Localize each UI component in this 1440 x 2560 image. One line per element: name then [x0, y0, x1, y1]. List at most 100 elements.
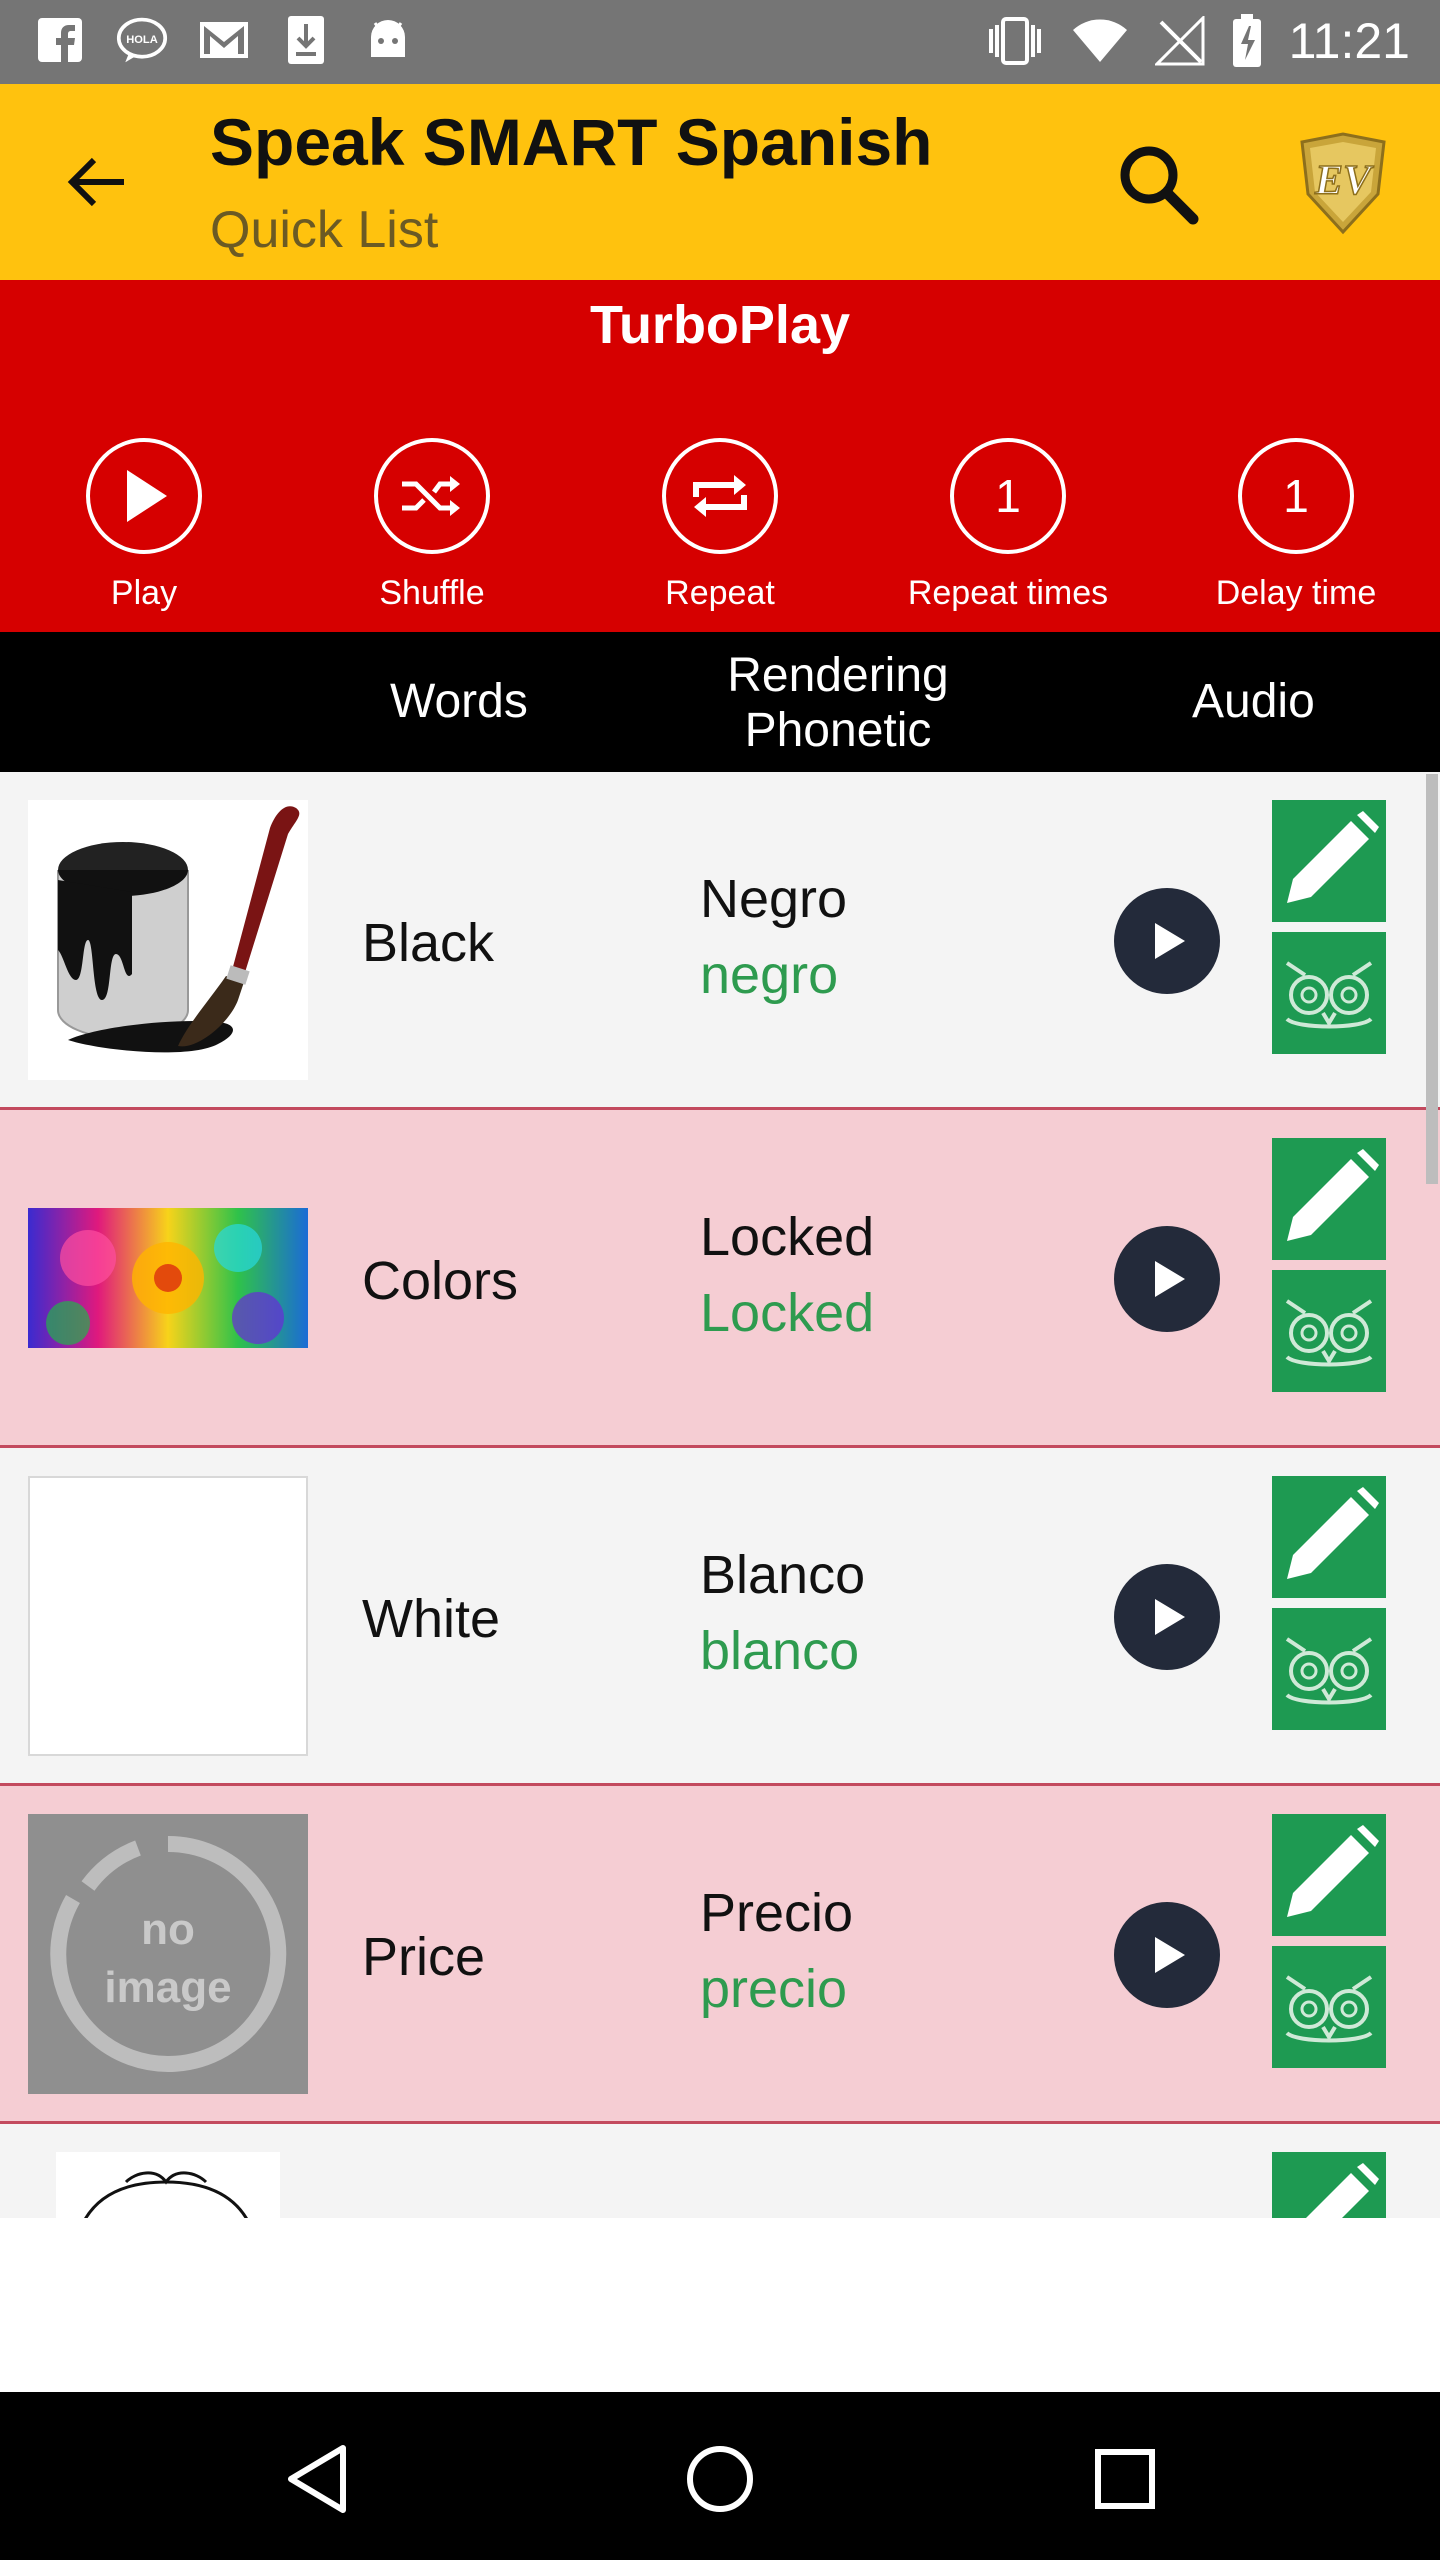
edit-button[interactable] [1272, 1814, 1386, 1936]
battery-charging-icon [1232, 14, 1261, 67]
phonetic-text: blanco [700, 1621, 860, 1681]
rendering-text: Locked [700, 1207, 875, 1267]
owl-button[interactable] [1272, 1608, 1386, 1730]
status-bar: HOLA 11:21 [0, 0, 1440, 84]
audio-play-button[interactable] [1114, 1902, 1220, 2008]
edit-button[interactable] [1272, 1476, 1386, 1598]
play-icon [1155, 1937, 1185, 1973]
column-rendering-line1: Rendering [727, 649, 949, 702]
owl-icon [1285, 1975, 1373, 2043]
app-title: Speak SMART Spanish [210, 105, 933, 179]
android-icon [362, 14, 414, 66]
word-list: Black Negro negro Colors Locked Locked W… [0, 772, 1440, 2218]
no-image-text-2: image [104, 1963, 231, 2012]
wifi-icon [1072, 19, 1127, 62]
owl-icon [1285, 1637, 1373, 1705]
delay-time-value: 1 [1238, 438, 1354, 554]
svg-text:EV: EV [1314, 158, 1374, 204]
column-rendering: Rendering Phonetic [700, 648, 976, 758]
pencil-icon [1287, 1825, 1379, 1917]
notification-icons: HOLA [34, 14, 414, 66]
audio-play-button[interactable] [1114, 888, 1220, 994]
app-toolbar: Speak SMART Spanish Quick List EV [0, 84, 1440, 280]
download-icon [280, 14, 332, 66]
nav-recents-icon[interactable] [1080, 2434, 1170, 2524]
play-icon [1155, 923, 1185, 959]
pencil-icon [1287, 811, 1379, 903]
list-item[interactable] [0, 2124, 1440, 2218]
turbo-delay-time-button[interactable]: 1 Delay time [1152, 438, 1440, 613]
list-item[interactable]: White Blanco blanco [0, 1448, 1440, 1786]
turboplay-panel: TurboPlay Play Shuffle Repeat 1 Repeat t… [0, 280, 1440, 632]
edit-button[interactable] [1272, 1138, 1386, 1260]
clock: 11:21 [1288, 13, 1410, 69]
scrollbar[interactable] [1426, 774, 1438, 1184]
play-icon [1155, 1599, 1185, 1635]
hola-chat-icon: HOLA [116, 14, 168, 66]
paint-can-image [28, 800, 308, 1080]
turbo-shuffle-label: Shuffle [379, 574, 485, 612]
owl-icon [1285, 961, 1373, 1029]
vibrate-icon [988, 17, 1041, 65]
play-icon [1155, 1261, 1185, 1297]
pencil-icon [1287, 1149, 1379, 1241]
pencil-icon [1306, 2163, 1379, 2218]
edit-button[interactable] [1272, 2152, 1386, 2218]
edit-button[interactable] [1272, 800, 1386, 922]
no-image-text-1: no [141, 1905, 195, 1954]
shuffle-icon [374, 438, 490, 554]
rendering-text: Blanco [700, 1545, 866, 1605]
owl-button[interactable] [1272, 932, 1386, 1054]
gmail-icon [198, 14, 250, 66]
list-item[interactable]: no image Price Precio precio [0, 1786, 1440, 2124]
pencil-icon [1287, 1487, 1379, 1579]
nav-back-icon[interactable] [272, 2434, 362, 2524]
column-audio: Audio [1192, 675, 1315, 728]
svg-text:HOLA: HOLA [126, 34, 158, 46]
sketch-image [56, 2152, 280, 2218]
word-label: Price [362, 1927, 486, 1987]
colorful-flowers-image [28, 1138, 308, 1418]
phonetic-text: Locked [700, 1283, 875, 1343]
list-item[interactable]: Black Negro negro [0, 772, 1440, 1110]
turbo-shuffle-button[interactable]: Shuffle [288, 438, 576, 613]
word-label: White [362, 1589, 501, 1649]
turbo-repeat-times-label: Repeat times [907, 574, 1109, 612]
column-rendering-line2: Phonetic [744, 704, 932, 757]
repeat-icon [662, 438, 778, 554]
search-icon[interactable] [1108, 134, 1208, 234]
repeat-times-value: 1 [950, 438, 1066, 554]
navigation-bar [0, 2392, 1440, 2560]
blank-area [0, 2218, 1440, 2392]
phonetic-text: negro [700, 945, 839, 1005]
turbo-play-label: Play [110, 574, 178, 612]
turbo-repeat-button[interactable]: Repeat [576, 438, 864, 613]
nav-home-icon[interactable] [675, 2434, 765, 2524]
turbo-repeat-times-button[interactable]: 1 Repeat times [864, 438, 1152, 613]
owl-button[interactable] [1272, 1946, 1386, 2068]
facebook-icon [34, 14, 86, 66]
word-label: Black [362, 913, 495, 973]
rendering-text: Precio [700, 1883, 854, 1943]
rendering-text: Negro [700, 869, 848, 929]
ev-shield-logo[interactable]: EV [1288, 128, 1398, 238]
word-label: Colors [362, 1251, 519, 1311]
play-icon [86, 438, 202, 554]
turboplay-title: TurboPlay [589, 295, 851, 355]
audio-play-button[interactable] [1114, 1564, 1220, 1670]
no-image-placeholder: no image [28, 1814, 308, 2094]
no-signal-icon [1154, 16, 1205, 66]
column-words: Words [390, 675, 528, 728]
audio-play-button[interactable] [1114, 1226, 1220, 1332]
column-header: Words Rendering Phonetic Audio [0, 632, 1440, 772]
turbo-repeat-label: Repeat [665, 574, 775, 612]
white-image [28, 1476, 308, 1756]
system-icons: 11:21 [985, 12, 1410, 70]
turbo-play-button[interactable]: Play [0, 438, 288, 613]
turbo-delay-time-label: Delay time [1215, 574, 1377, 612]
arrow-back-icon[interactable] [56, 142, 136, 222]
owl-button[interactable] [1272, 1270, 1386, 1392]
owl-icon [1285, 1299, 1373, 1367]
list-item[interactable]: Colors Locked Locked [0, 1110, 1440, 1448]
phonetic-text: precio [700, 1959, 848, 2019]
